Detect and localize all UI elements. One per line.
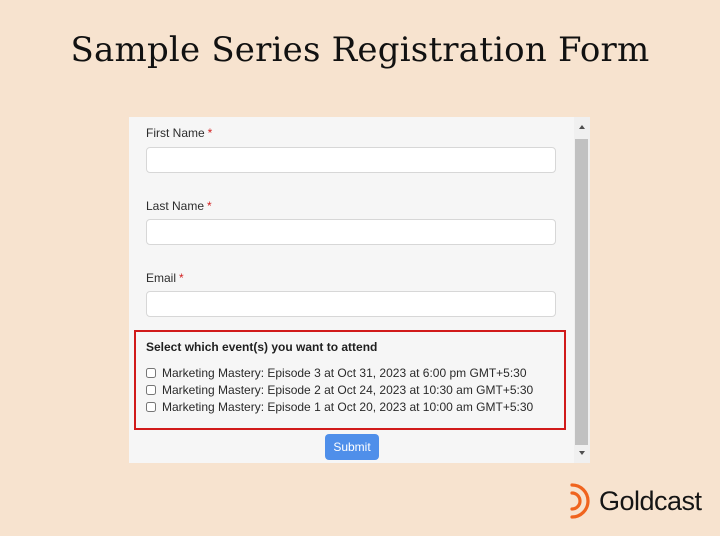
last-name-label: Last Name * xyxy=(146,199,212,213)
email-label-text: Email xyxy=(146,271,177,285)
scroll-up-arrow-icon[interactable] xyxy=(579,125,585,129)
submit-button[interactable]: Submit xyxy=(325,434,379,460)
page-title: Sample Series Registration Form xyxy=(70,30,650,70)
event-selection-heading: Select which event(s) you want to attend xyxy=(146,340,378,354)
event-checkbox-episode-1[interactable] xyxy=(146,402,156,412)
goldcast-logo-icon xyxy=(570,483,590,519)
event-option-episode-2[interactable]: Marketing Mastery: Episode 2 at Oct 24, … xyxy=(146,382,533,398)
required-asterisk: * xyxy=(207,126,213,140)
event-option-episode-1[interactable]: Marketing Mastery: Episode 1 at Oct 20, … xyxy=(146,399,533,415)
registration-form-frame: First Name * Last Name * Email * Select whi… xyxy=(129,117,590,463)
last-name-input[interactable] xyxy=(146,219,556,245)
scroll-down-arrow-icon[interactable] xyxy=(579,451,585,455)
brand-name: Goldcast xyxy=(599,485,702,516)
event-checkbox-episode-3[interactable] xyxy=(146,368,156,378)
goldcast-brand: Goldcast xyxy=(569,480,720,522)
event-option-label: Marketing Mastery: Episode 1 at Oct 20, … xyxy=(162,400,534,414)
event-selection-group: Select which event(s) you want to attend… xyxy=(134,330,566,430)
required-asterisk: * xyxy=(179,271,184,285)
registration-form: First Name * Last Name * Email * Select whi… xyxy=(129,117,574,463)
event-option-label: Marketing Mastery: Episode 2 at Oct 24, … xyxy=(162,383,534,397)
first-name-label: First Name * xyxy=(146,126,212,140)
email-label: Email * xyxy=(146,271,184,285)
event-checkbox-episode-2[interactable] xyxy=(146,385,156,395)
required-asterisk: * xyxy=(207,199,212,213)
first-name-input[interactable] xyxy=(146,147,556,173)
email-input[interactable] xyxy=(146,291,556,317)
event-option-episode-3[interactable]: Marketing Mastery: Episode 3 at Oct 31, … xyxy=(146,365,527,381)
scrollbar-thumb[interactable] xyxy=(575,139,588,445)
last-name-label-text: Last Name xyxy=(146,199,205,213)
event-option-label: Marketing Mastery: Episode 3 at Oct 31, … xyxy=(162,366,527,380)
first-name-label-text: First Name xyxy=(146,126,205,140)
form-scrollbar[interactable] xyxy=(574,117,590,463)
